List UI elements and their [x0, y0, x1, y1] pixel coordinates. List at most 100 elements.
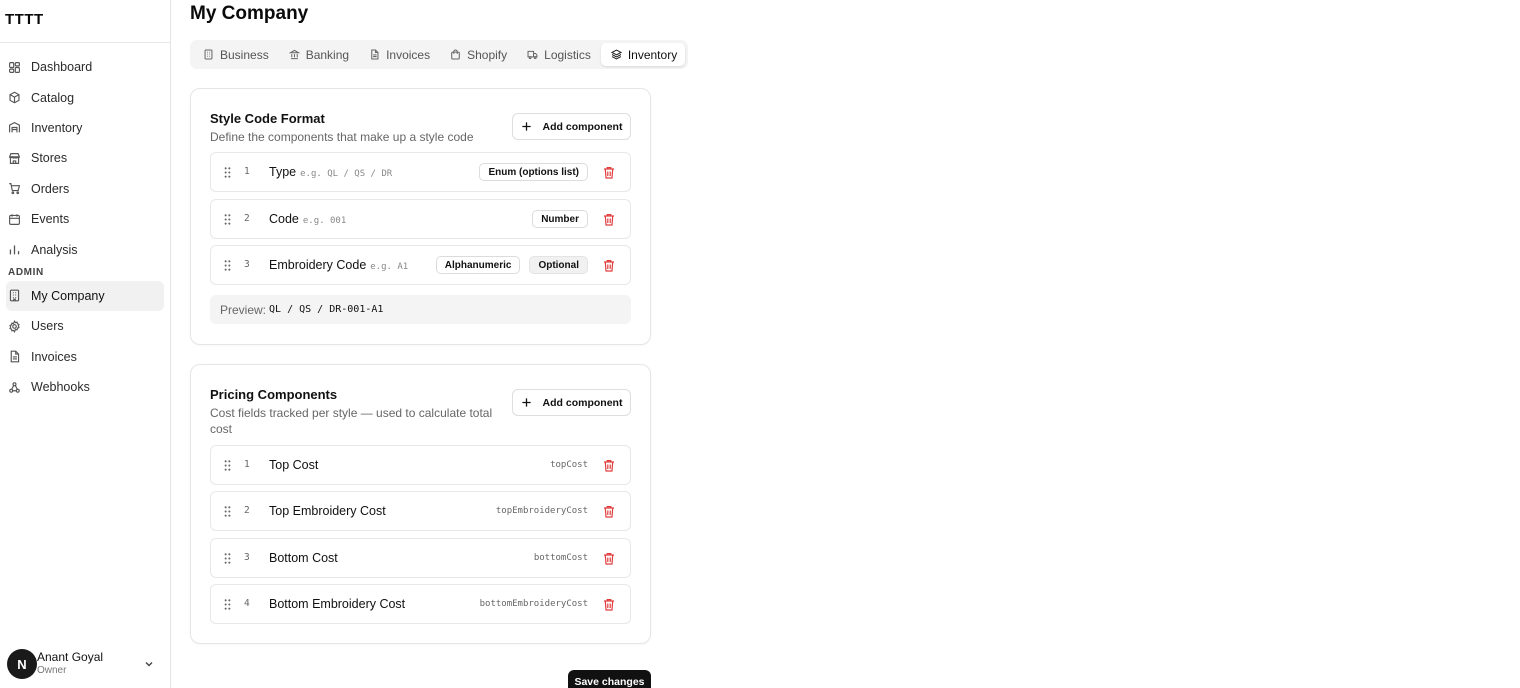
- add-style-component-button[interactable]: Add component: [512, 113, 631, 140]
- drag-handle-icon[interactable]: [222, 459, 233, 472]
- pricing-title: Pricing Components: [210, 387, 338, 402]
- preview-label: Preview:: [220, 302, 267, 317]
- row-index: 1: [244, 166, 250, 177]
- drag-handle-icon[interactable]: [222, 505, 233, 518]
- trash-icon[interactable]: [603, 505, 615, 518]
- add-button-label: Add component: [542, 396, 623, 409]
- trash-icon[interactable]: [603, 552, 615, 565]
- warehouse-icon: [9, 122, 20, 133]
- sidebar-item-orders[interactable]: Orders: [0, 174, 170, 204]
- component-example: e.g. QL / QS / DR: [300, 169, 393, 179]
- cart-icon: [9, 183, 21, 195]
- sidebar-item-webhooks[interactable]: Webhooks: [0, 372, 170, 402]
- save-changes-button[interactable]: Save changes: [568, 670, 651, 688]
- component-key: topEmbroideryCost: [495, 506, 588, 516]
- chevron-down-icon: [145, 662, 153, 667]
- type-badge[interactable]: Alphanumeric: [435, 256, 521, 274]
- sidebar-item-events[interactable]: Events: [0, 204, 170, 234]
- drag-handle-icon[interactable]: [222, 166, 233, 179]
- sidebar-item-invoices[interactable]: Invoices: [0, 342, 170, 372]
- style-component-row: 3 Embroidery Code e.g. A1 Alphanumeric Op…: [210, 245, 631, 285]
- sidebar-item-label: Invoices: [31, 349, 77, 364]
- style-component-row: 1 Type e.g. QL / QS / DR Enum (options li…: [210, 152, 631, 192]
- style-code-preview: Preview: QL / QS / DR-001-A1: [210, 295, 631, 324]
- row-index: 3: [244, 552, 250, 563]
- component-name: Code e.g. 001: [269, 212, 346, 226]
- tab-business[interactable]: Business: [193, 43, 277, 66]
- sidebar-item-label: Webhooks: [31, 380, 90, 395]
- type-badge[interactable]: Number: [532, 210, 588, 228]
- page-title: My Company: [190, 3, 309, 24]
- sidebar-item-analysis[interactable]: Analysis: [0, 234, 170, 264]
- row-index: 4: [244, 598, 250, 609]
- style-code-title: Style Code Format: [210, 111, 325, 126]
- sidebar-item-label: Users: [31, 319, 64, 334]
- building-icon: [9, 290, 20, 302]
- file-icon: [10, 350, 20, 363]
- component-name-text: Embroidery Code: [269, 258, 367, 272]
- drag-handle-icon[interactable]: [222, 259, 233, 272]
- tab-inventory[interactable]: Inventory: [600, 43, 686, 66]
- trash-icon[interactable]: [603, 598, 615, 611]
- pricing-component-row: 2 Top Embroidery Cost topEmbroideryCost: [210, 491, 631, 531]
- drag-handle-icon[interactable]: [222, 552, 233, 565]
- component-badges: Number: [532, 210, 588, 228]
- tab-shopify[interactable]: Shopify: [440, 43, 515, 66]
- plus-icon: [521, 122, 531, 131]
- tab-label: Shopify: [467, 47, 508, 62]
- sidebar-item-my-company[interactable]: My Company: [6, 280, 164, 312]
- tab-invoices[interactable]: Invoices: [359, 43, 438, 66]
- preview-value: QL / QS / DR-001-A1: [269, 304, 384, 315]
- trash-icon[interactable]: [603, 213, 615, 226]
- building-icon: [204, 49, 213, 60]
- drag-handle-icon[interactable]: [222, 598, 233, 611]
- optional-badge[interactable]: Optional: [529, 256, 588, 274]
- sidebar-item-catalog[interactable]: Catalog: [0, 82, 170, 112]
- drag-handle-icon[interactable]: [222, 213, 233, 226]
- row-index: 2: [244, 213, 250, 224]
- row-index: 2: [244, 505, 250, 516]
- component-example: e.g. A1: [370, 262, 409, 272]
- component-name: Embroidery Code e.g. A1: [269, 258, 408, 272]
- trash-icon[interactable]: [603, 459, 615, 472]
- bar-chart-icon: [9, 245, 20, 255]
- component-example: e.g. 001: [302, 216, 347, 226]
- grid-icon: [9, 61, 20, 73]
- plus-icon: [521, 398, 531, 407]
- add-button-label: Add component: [542, 120, 623, 133]
- trash-icon[interactable]: [603, 166, 615, 179]
- calendar-icon: [9, 213, 20, 225]
- component-name-text: Type: [269, 165, 297, 179]
- tab-banking[interactable]: Banking: [279, 43, 357, 66]
- row-index: 3: [244, 259, 250, 270]
- pricing-components-card: Pricing Components Cost fields tracked p…: [190, 364, 651, 644]
- add-pricing-component-button[interactable]: Add component: [512, 389, 631, 416]
- sidebar-item-label: Events: [31, 212, 70, 227]
- bank-icon: [288, 49, 300, 60]
- sidebar-nav: Dashboard Catalog Inventory Stores Order…: [0, 52, 170, 402]
- sidebar-item-dashboard[interactable]: Dashboard: [0, 52, 170, 82]
- sidebar-divider: [0, 42, 170, 43]
- component-name: Top Cost: [269, 458, 319, 472]
- settings-tabs: Business Banking Invoices Shopify Logist…: [190, 40, 689, 69]
- component-name-text: Code: [269, 212, 299, 226]
- trash-icon[interactable]: [603, 259, 615, 272]
- row-index: 1: [244, 459, 250, 470]
- sidebar-section-label: ADMIN: [8, 267, 44, 279]
- sidebar-item-users[interactable]: Users: [0, 311, 170, 341]
- tab-logistics[interactable]: Logistics: [517, 43, 599, 66]
- component-name: Bottom Cost: [269, 551, 338, 565]
- user-menu[interactable]: N Anant Goyal Owner: [7, 648, 163, 680]
- user-role: Owner: [37, 665, 67, 676]
- type-badge[interactable]: Enum (options list): [479, 163, 588, 181]
- sidebar-item-label: Analysis: [31, 242, 78, 257]
- tab-label: Inventory: [627, 47, 678, 62]
- sidebar-item-label: My Company: [31, 288, 105, 303]
- sidebar-item-stores[interactable]: Stores: [0, 143, 170, 173]
- brand-logo[interactable]: TTTT: [5, 11, 44, 28]
- file-icon: [371, 49, 379, 60]
- component-badges: Enum (options list): [479, 163, 588, 181]
- style-component-row: 2 Code e.g. 001 Number: [210, 199, 631, 239]
- sidebar-item-inventory[interactable]: Inventory: [0, 113, 170, 143]
- component-key: bottomEmbroideryCost: [479, 599, 588, 609]
